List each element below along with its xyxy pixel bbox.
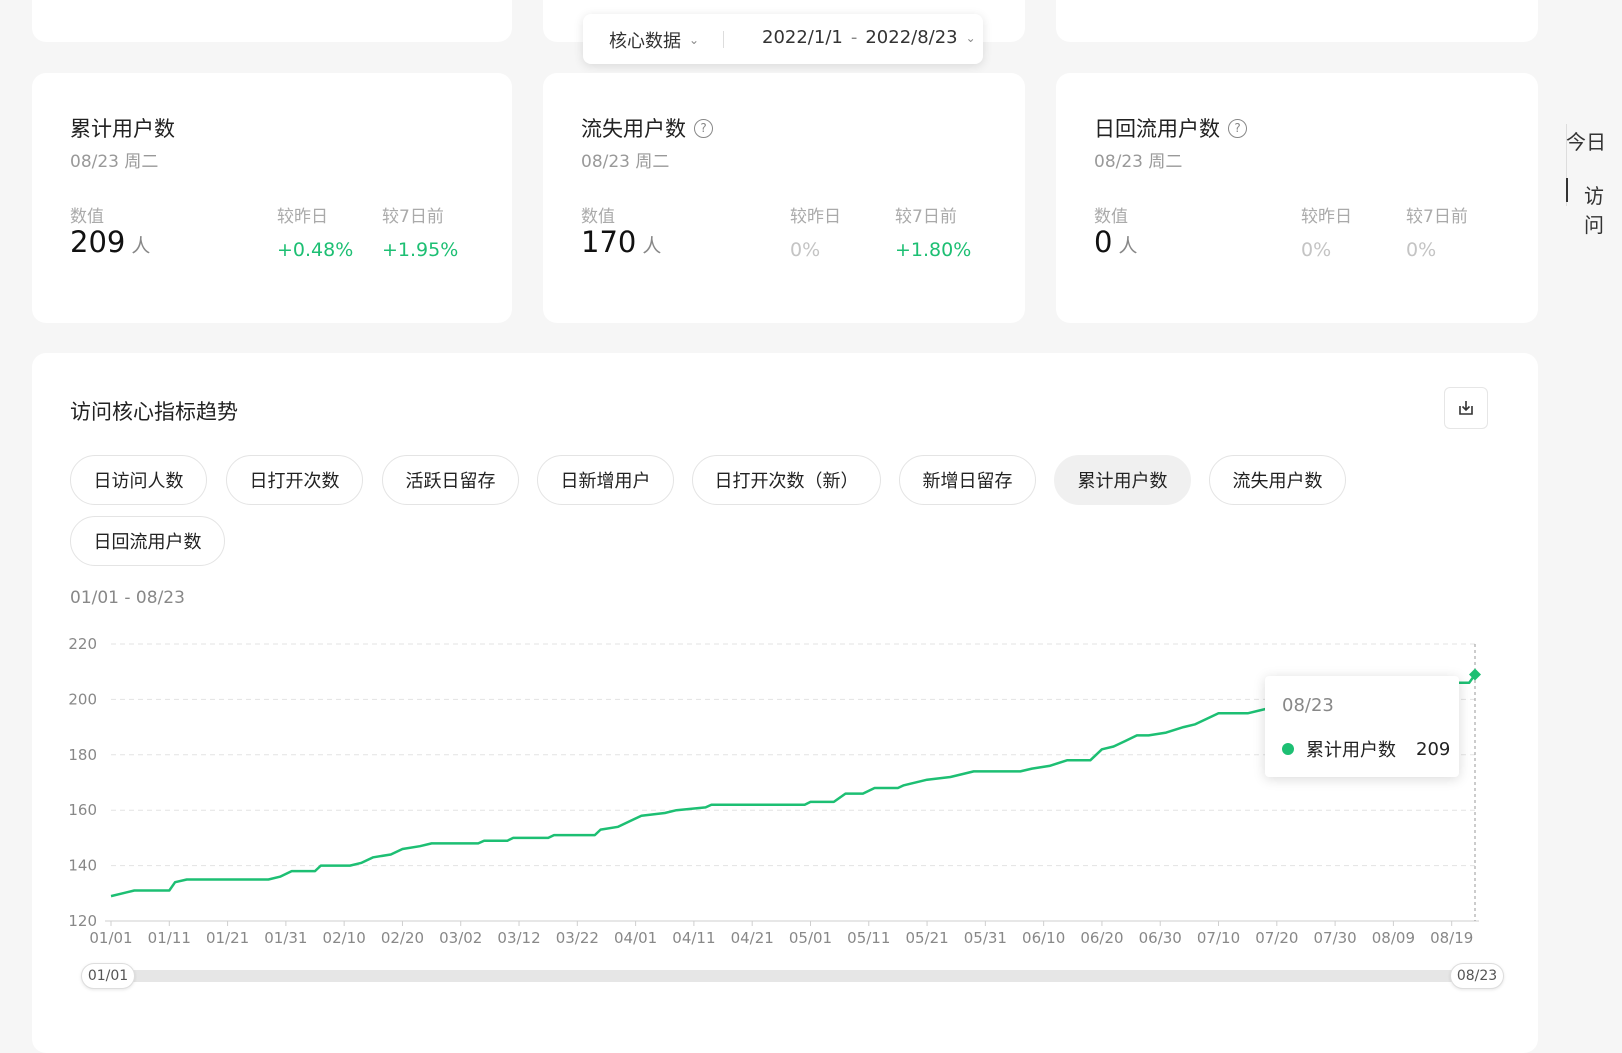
pill-daily-opens[interactable]: 日打开次数 [226, 455, 363, 505]
filter-bar: 核心数据 ⌄ 2022/1/1 - 2022/8/23 ⌄ [583, 14, 983, 64]
vs-week-label: 较7日前 [382, 207, 444, 227]
card-title: 日回流用户数? [1094, 113, 1247, 143]
top-card-left-partial [32, 0, 512, 42]
help-icon[interactable]: ? [1228, 118, 1247, 138]
download-button[interactable] [1444, 387, 1488, 429]
range-slider-track[interactable] [82, 970, 1502, 982]
chart-tooltip: 08/23 累计用户数 209 [1265, 676, 1459, 777]
tooltip-row: 累计用户数 209 [1282, 736, 1450, 762]
range-slider-end-handle[interactable]: 08/23 [1450, 963, 1504, 989]
metric-value: 209 人 [70, 225, 151, 259]
metric-dropdown[interactable]: 核心数据 ⌄ [609, 27, 699, 53]
card-date: 08/23 周二 [70, 152, 159, 172]
divider [723, 31, 724, 48]
vs-week-value: +1.95% [382, 239, 459, 261]
tooltip-value: 209 [1416, 738, 1451, 760]
pill-new-user-retention[interactable]: 新增日留存 [899, 455, 1036, 505]
pill-daily-returning-users[interactable]: 日回流用户数 [70, 516, 225, 566]
date-separator: - [850, 27, 858, 48]
vs-week-value: +1.80% [895, 239, 972, 261]
side-nav-item-today[interactable]: 今日 [1566, 126, 1606, 155]
date-end: 2022/8/23 [865, 27, 958, 48]
card-date: 08/23 周二 [581, 152, 670, 172]
section-title: 访问核心指标趋势 [70, 400, 238, 424]
date-start: 2022/1/1 [762, 27, 843, 48]
metric-value: 170 人 [581, 225, 662, 259]
vs-day-label: 较昨日 [277, 207, 328, 227]
metric-value: 0人 [1094, 225, 1138, 259]
tooltip-date: 08/23 [1282, 695, 1334, 716]
chevron-down-icon: ⌄ [965, 30, 976, 45]
metric-dropdown-label: 核心数据 [609, 31, 681, 52]
pill-daily-new-users[interactable]: 日新增用户 [537, 455, 674, 505]
vs-week-label: 较7日前 [895, 207, 957, 227]
download-icon [1459, 401, 1473, 415]
card-title: 累计用户数 [70, 117, 175, 141]
side-nav-item-visits[interactable]: 访问 [1584, 180, 1622, 238]
vs-day-value: +0.48% [277, 239, 354, 261]
pill-daily-visitors[interactable]: 日访问人数 [70, 455, 207, 505]
pill-cumulative-users[interactable]: 累计用户数 [1054, 455, 1191, 505]
card-date: 08/23 周二 [1094, 152, 1183, 172]
pill-active-retention[interactable]: 活跃日留存 [382, 455, 519, 505]
vs-day-value: 0% [1301, 239, 1332, 261]
series-dot [1282, 743, 1294, 755]
value-label: 数值 [1094, 207, 1128, 227]
card-title: 流失用户数? [581, 113, 713, 143]
vs-day-label: 较昨日 [790, 207, 841, 227]
chevron-down-icon: ⌄ [689, 33, 700, 47]
side-nav-active-indicator [1566, 178, 1568, 202]
vs-week-value: 0% [1406, 239, 1437, 261]
value-label: 数值 [70, 207, 104, 227]
metric-card-churned-users: 流失用户数? 08/23 周二 数值 较昨日 较7日前 170 人 0% +1.8… [543, 73, 1025, 323]
help-icon[interactable]: ? [694, 118, 713, 138]
pill-daily-opens-new[interactable]: 日打开次数（新） [692, 455, 881, 505]
date-range-picker[interactable]: 2022/1/1 - 2022/8/23 ⌄ [762, 27, 976, 48]
vs-day-label: 较昨日 [1301, 207, 1352, 227]
metric-card-daily-returning-users: 日回流用户数? 08/23 周二 数值 较昨日 较7日前 0人 0% 0% [1056, 73, 1538, 323]
range-slider-start-handle[interactable]: 01/01 [81, 963, 135, 989]
value-label: 数值 [581, 207, 615, 227]
vs-day-value: 0% [790, 239, 821, 261]
pill-churned-users[interactable]: 流失用户数 [1209, 455, 1346, 505]
tooltip-series-name: 累计用户数 [1306, 740, 1396, 761]
vs-week-label: 较7日前 [1406, 207, 1468, 227]
top-card-right-partial [1056, 0, 1538, 42]
chart-range-label: 01/01 - 08/23 [70, 588, 185, 608]
metric-card-cumulative-users: 累计用户数 08/23 周二 数值 较昨日 较7日前 209 人 +0.48% +… [32, 73, 512, 323]
